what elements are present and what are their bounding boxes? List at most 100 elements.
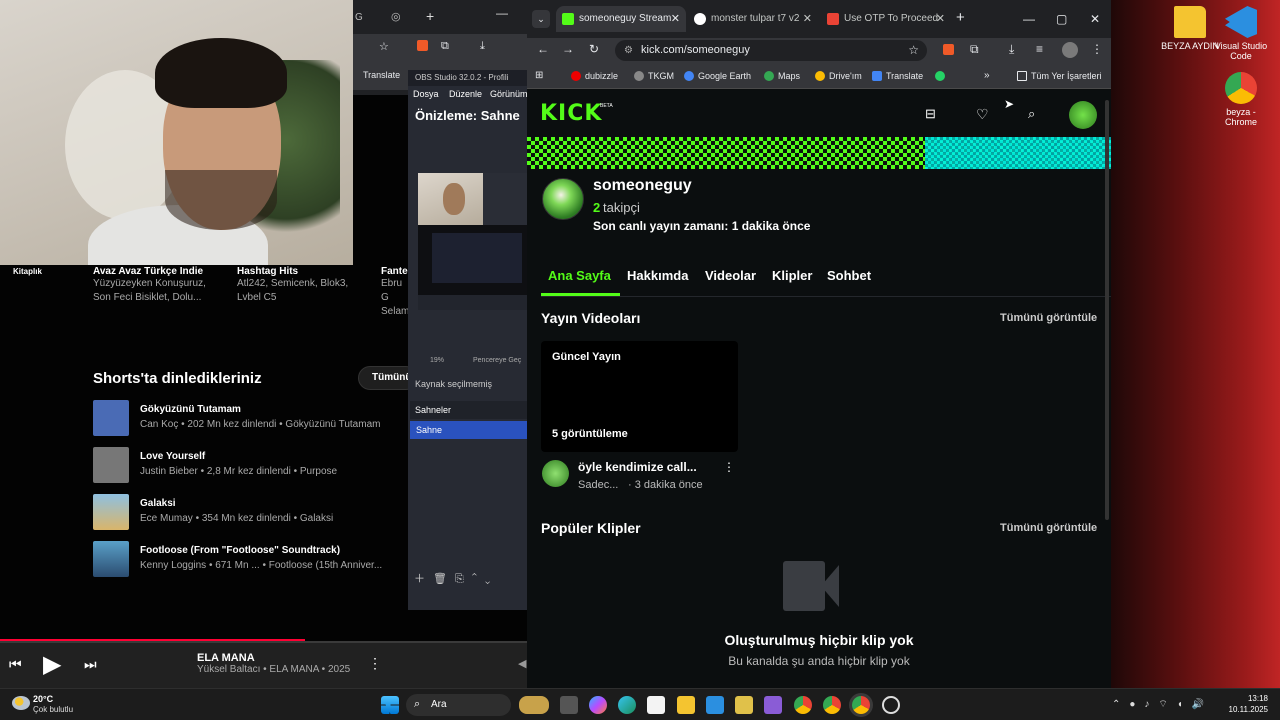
next-icon[interactable]: ⏭ <box>84 656 97 673</box>
search-icon[interactable]: ⌕ <box>1028 106 1044 122</box>
zoom-level[interactable]: 19% <box>430 357 444 364</box>
kick-logo[interactable]: KICK <box>540 101 602 126</box>
vscode-taskbar-icon[interactable] <box>706 696 724 714</box>
address-bar[interactable]: ⚙ kick.com/someoneguy ☆ <box>615 40 927 61</box>
bookmark-maps[interactable]: Maps <box>764 71 800 81</box>
bookmark-star-icon[interactable]: ☆ <box>908 40 919 61</box>
forward-icon[interactable]: → <box>562 42 574 56</box>
tab-about[interactable]: Hakkımda <box>627 268 688 283</box>
puzzle-icon[interactable]: ⧉ <box>970 42 979 57</box>
play-icon[interactable]: ▶ <box>43 650 61 679</box>
tab-chat[interactable]: Sohbet <box>827 268 871 283</box>
close-window-icon[interactable]: ✕ <box>1090 12 1100 26</box>
clock-time[interactable]: 13:18 <box>1228 694 1268 703</box>
user-avatar[interactable] <box>1069 101 1097 129</box>
start-icon[interactable] <box>381 696 399 714</box>
tab-home[interactable]: Ana Sayfa <box>548 268 611 283</box>
menu-file[interactable]: Dosya <box>413 86 439 102</box>
close-tab-icon[interactable]: ✕ <box>936 6 945 32</box>
tab-favicon[interactable]: G <box>355 12 363 23</box>
close-tab-icon[interactable]: ✕ <box>671 6 680 32</box>
videos-view-all-link[interactable]: Tümünü görüntüle <box>1000 312 1097 324</box>
song-row[interactable]: Footloose (From "Footloose" Soundtrack) K… <box>93 541 403 581</box>
bookmark-google-earth[interactable]: Google Earth <box>684 71 751 81</box>
album-title[interactable]: Kitaplık <box>13 267 73 276</box>
maximize-icon[interactable]: ▢ <box>1056 12 1067 26</box>
chrome-taskbar-icon[interactable] <box>794 696 812 714</box>
desktop-vscode-icon[interactable]: Visual Studio Code <box>1211 6 1271 61</box>
reload-icon[interactable]: ↻ <box>589 42 599 56</box>
channel-avatar[interactable] <box>542 178 584 220</box>
back-icon[interactable]: ← <box>537 42 549 56</box>
new-tab-icon[interactable]: + <box>956 9 965 26</box>
download-icon[interactable]: ⤓ <box>480 40 485 53</box>
following-icon[interactable]: ⊟ <box>925 106 941 122</box>
video-title[interactable]: öyle kendimize call... <box>578 460 697 474</box>
file-explorer-icon[interactable] <box>677 696 695 714</box>
tab-videos[interactable]: Videolar <box>705 268 756 283</box>
video-author[interactable]: Sadec... <box>578 479 618 491</box>
more-bookmarks-icon[interactable]: » <box>984 70 990 81</box>
minimize-icon[interactable]: — <box>1023 12 1035 26</box>
tab-icon[interactable]: ◎ <box>391 10 401 23</box>
bookmark-drive[interactable]: Drive'ım <box>815 71 862 81</box>
tab-gmail[interactable]: Use OTP To Proceed ✕ <box>821 6 951 32</box>
extension-icon[interactable] <box>417 40 428 51</box>
previous-icon[interactable]: ⏮ <box>9 656 22 673</box>
menu-view[interactable]: Görünüm <box>490 86 528 102</box>
expand-icon[interactable]: ◀ <box>518 657 526 670</box>
tab-search-icon[interactable]: ⌄ <box>532 10 550 28</box>
song-row[interactable]: Gökyüzünü Tutamam Can Koç • 202 Mn kez di… <box>93 400 403 440</box>
visual-studio-icon[interactable] <box>764 696 782 714</box>
puzzle-icon[interactable]: ⧉ <box>441 40 449 53</box>
edge-icon[interactable] <box>618 696 636 714</box>
star-icon[interactable]: ☆ <box>379 40 389 53</box>
menu-icon[interactable]: ⋮ <box>1091 42 1103 56</box>
apps-icon[interactable]: ⊞ <box>535 70 543 81</box>
weather-temp[interactable]: 20°C <box>33 694 53 704</box>
notepad-icon[interactable] <box>735 696 753 714</box>
site-info-icon[interactable]: ⚙ <box>624 40 633 61</box>
obs-taskbar-icon[interactable] <box>882 696 900 714</box>
system-tray-icons[interactable]: ⌃●♪⌔◖🔊 <box>1112 698 1213 711</box>
clips-view-all-link[interactable]: Tümünü görüntüle <box>1000 522 1097 534</box>
tab-kick[interactable]: someoneguy Stream ✕ <box>556 6 686 32</box>
video-thumbnail[interactable]: Güncel Yayın 5 görüntüleme <box>541 341 738 452</box>
album-title[interactable]: Fante <box>381 266 409 277</box>
copilot-icon[interactable] <box>589 696 607 714</box>
heart-icon[interactable]: ♡ <box>976 106 992 122</box>
menu-edit[interactable]: Düzenle <box>449 86 482 102</box>
weather-icon[interactable] <box>12 696 30 710</box>
scene-item[interactable]: Sahne <box>410 421 528 439</box>
video-author-avatar[interactable] <box>542 460 569 487</box>
download-icon[interactable]: ⤓ <box>1009 42 1014 57</box>
extension-icon[interactable] <box>943 44 954 55</box>
close-tab-icon[interactable]: ✕ <box>803 6 812 32</box>
bookmark-translate[interactable]: Translate <box>872 71 923 81</box>
clock-date[interactable]: 10.11.2025 <box>1218 705 1268 714</box>
chrome-active-icon[interactable] <box>852 696 870 714</box>
desktop-chrome-icon[interactable]: beyza - Chrome <box>1211 72 1271 127</box>
bookmark-translate[interactable]: Translate <box>363 70 400 80</box>
chrome-profile-icon[interactable] <box>823 696 841 714</box>
song-row[interactable]: Galaksi Ece Mumay • 354 Mn kez dinlendi •… <box>93 494 403 534</box>
taskbar-search[interactable]: Ara <box>406 694 511 716</box>
media-icon[interactable]: ≡ <box>1036 42 1043 56</box>
search-highlight-icon[interactable] <box>519 696 549 714</box>
video-more-icon[interactable]: ⋮ <box>723 460 735 474</box>
profile-avatar[interactable] <box>1062 42 1078 58</box>
more-icon[interactable]: ⋮ <box>368 655 382 672</box>
now-playing-title[interactable]: ELA MANA <box>197 652 255 664</box>
scene-toolbar[interactable]: ＋🗑⎘⌃⌄ <box>414 570 498 586</box>
minimize-icon[interactable]: — <box>496 6 508 20</box>
window-switch[interactable]: Pencereye Geç <box>473 357 521 364</box>
song-row[interactable]: Love Yourself Justin Bieber • 2,8 Mr kez … <box>93 447 403 487</box>
new-tab-icon[interactable]: + <box>426 8 434 24</box>
tab-monster[interactable]: monster tulpar t7 v2 ✕ <box>688 6 818 32</box>
scrollbar[interactable] <box>1105 100 1109 520</box>
preview-canvas[interactable] <box>418 173 530 310</box>
store-icon[interactable] <box>647 696 665 714</box>
tab-clips[interactable]: Klipler <box>772 268 812 283</box>
task-view-icon[interactable] <box>560 696 578 714</box>
bookmark-dubizzle[interactable]: dubizzle <box>571 71 618 81</box>
